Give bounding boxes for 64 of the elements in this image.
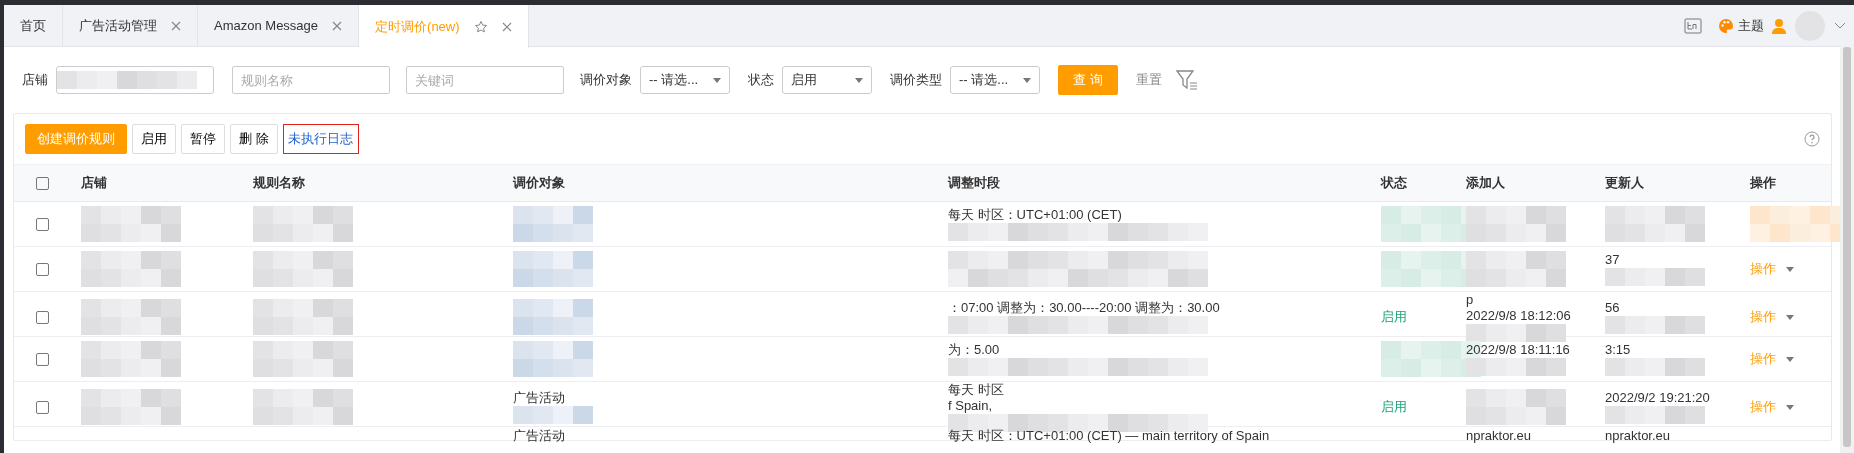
cell-text: 每天 时区：UTC+01:00 (CET) — [948, 207, 1122, 223]
select-field[interactable]: -- 请选... — [950, 66, 1040, 94]
column-header: 店铺 — [81, 174, 107, 193]
caret-icon — [855, 77, 863, 83]
theme-label[interactable]: 主题 — [1738, 15, 1764, 36]
caret-icon — [1786, 404, 1794, 410]
cell-text: 每天 时区 — [948, 382, 1004, 398]
caret-icon — [1023, 77, 1031, 83]
column-header: 规则名称 — [253, 174, 305, 193]
checkbox[interactable] — [36, 262, 49, 276]
palette-icon — [1718, 17, 1734, 34]
caret-icon — [1786, 266, 1794, 272]
cell-text: 广告活动 — [513, 428, 565, 444]
status-text: 启用 — [1381, 309, 1407, 325]
language-icon — [1684, 17, 1702, 34]
cell-text: 37 — [1605, 252, 1620, 268]
cell-text: npraktor.eu — [1466, 428, 1532, 444]
caret-icon — [1786, 314, 1794, 320]
scrollbar[interactable] — [1840, 45, 1854, 453]
filter-label: 状态 — [748, 71, 774, 90]
cell-text: ：07:00 调整为：30.00----20:00 调整为：30.00 — [948, 300, 1220, 316]
tab[interactable]: 首页 — [4, 5, 63, 47]
checkbox[interactable] — [36, 310, 49, 324]
cell-text: 为：5.00 — [948, 342, 1000, 358]
caret-icon — [713, 77, 721, 83]
toolbar-button[interactable]: 暂停 — [181, 124, 225, 154]
column-header: 状态 — [1381, 174, 1407, 193]
column-header: 调整时段 — [948, 174, 1000, 193]
cell-text: f Spain, — [948, 398, 993, 414]
filter-label: 调价类型 — [890, 71, 942, 90]
filter-label: 调价对象 — [580, 71, 632, 90]
chevron-icon — [1834, 21, 1846, 30]
checkbox[interactable] — [36, 400, 49, 414]
column-header: 调价对象 — [513, 174, 565, 193]
column-header: 更新人 — [1605, 174, 1644, 193]
cell-text: 2022/9/8 18:11:16 — [1466, 342, 1570, 358]
column-header: 操作 — [1750, 174, 1776, 193]
help-icon — [1804, 131, 1820, 147]
cell-text: p — [1466, 292, 1474, 308]
cell-text: npraktor.eu — [1605, 428, 1671, 444]
checkbox[interactable] — [36, 217, 49, 231]
filter-label: 店铺 — [22, 71, 48, 90]
column-header: 添加人 — [1466, 174, 1505, 193]
cell-text: 56 — [1605, 300, 1620, 316]
filter-settings-icon — [1176, 69, 1198, 91]
status-text: 启用 — [1381, 399, 1407, 415]
text-field[interactable]: 关键词 — [406, 66, 564, 94]
tab[interactable]: 广告活动管理 — [63, 5, 198, 47]
log-link[interactable]: 未执行日志 — [282, 124, 359, 154]
cell-text: 3:15 — [1605, 342, 1631, 358]
user-icon — [1772, 17, 1786, 34]
cell-text: 2022/9/2 19:21:20 — [1605, 390, 1710, 406]
select-field[interactable]: -- 请选... — [640, 66, 730, 94]
reset-button[interactable]: 重置 — [1136, 70, 1162, 90]
cell-text: 每天 时区：UTC+01:00 (CET) — main territory of Spain — [948, 428, 1270, 444]
checkbox[interactable] — [36, 352, 49, 366]
cell-text: 2022/9/8 18:12:06 — [1466, 308, 1571, 324]
text-field[interactable]: 规则名称 — [232, 66, 390, 94]
checkbox[interactable] — [36, 176, 49, 190]
toolbar-button[interactable]: 启用 — [132, 124, 176, 154]
cell-text: 广告活动 — [513, 390, 565, 406]
toolbar-button[interactable]: 删 除 — [230, 124, 278, 154]
caret-icon — [1786, 356, 1794, 362]
select-field[interactable]: 启用 — [782, 66, 872, 94]
